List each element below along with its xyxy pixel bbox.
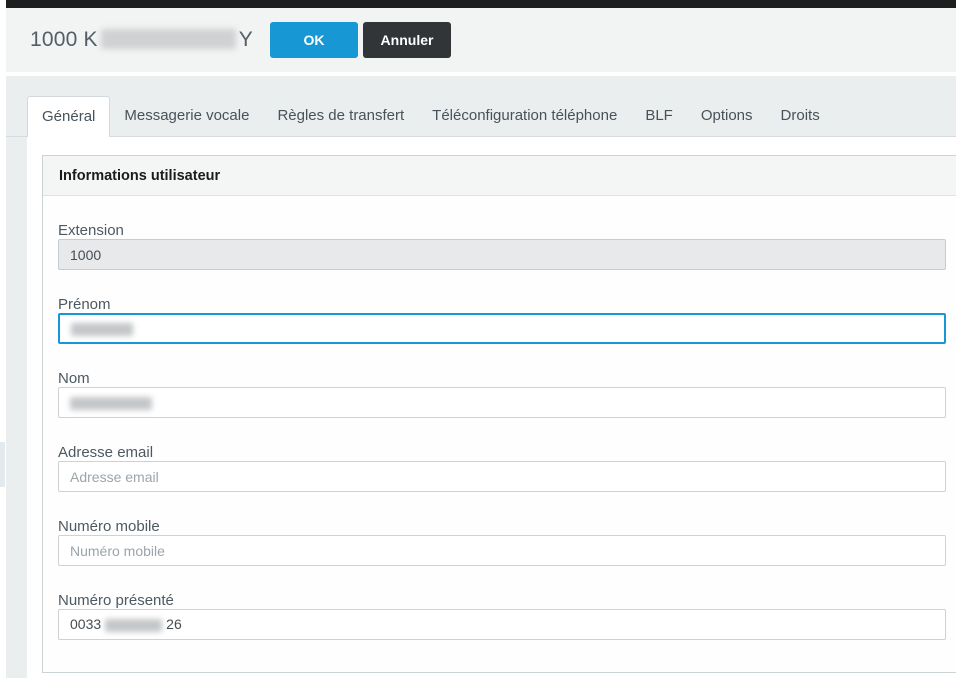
field-numero-presente: Numéro présenté 0033 26 — [58, 592, 946, 640]
extension-input[interactable] — [58, 239, 946, 270]
section-body: Extension Prénom Nom Adresse email — [43, 196, 956, 672]
page-title-prefix: 1000 K — [30, 28, 98, 51]
numero-presente-label: Numéro présenté — [58, 592, 946, 609]
field-nom: Nom — [58, 370, 946, 418]
prenom-input[interactable] — [58, 313, 946, 344]
redacted-lastname — [70, 397, 152, 410]
section-title: Informations utilisateur — [43, 156, 956, 196]
mobile-input[interactable] — [58, 535, 946, 566]
redacted-user-name — [101, 29, 236, 49]
field-extension: Extension — [58, 222, 946, 270]
tab-droits[interactable]: Droits — [767, 96, 834, 136]
tab-blf[interactable]: BLF — [631, 96, 687, 136]
tab-teleconfiguration-telephone[interactable]: Téléconfiguration téléphone — [418, 96, 631, 136]
mobile-label: Numéro mobile — [58, 518, 946, 535]
tab-content: Informations utilisateur Extension Préno… — [27, 137, 956, 678]
nom-input[interactable] — [58, 387, 946, 418]
page-title-suffix: Y — [239, 28, 253, 51]
field-numero-mobile: Numéro mobile — [58, 518, 946, 566]
nom-label: Nom — [58, 370, 946, 387]
redacted-numero — [105, 619, 162, 632]
email-input[interactable] — [58, 461, 946, 492]
tab-bar: Général Messagerie vocale Règles de tran… — [6, 76, 956, 137]
field-adresse-email: Adresse email — [58, 444, 946, 492]
user-edit-page: 1000 K Y OK Annuler Général Messagerie vo… — [0, 0, 956, 684]
numero-presente-input[interactable]: 0033 26 — [58, 609, 946, 640]
cancel-button[interactable]: Annuler — [363, 22, 451, 58]
page-header: 1000 K Y OK Annuler — [6, 8, 956, 72]
page-title: 1000 K Y — [30, 28, 253, 52]
numero-presente-suffix: 26 — [166, 616, 182, 632]
tab-general[interactable]: Général — [27, 96, 110, 137]
numero-presente-prefix: 0033 — [70, 616, 101, 632]
user-info-section: Informations utilisateur Extension Préno… — [42, 155, 956, 673]
main-container: Général Messagerie vocale Règles de tran… — [6, 76, 956, 678]
tab-messagerie-vocale[interactable]: Messagerie vocale — [110, 96, 263, 136]
prenom-label: Prénom — [58, 296, 946, 313]
field-prenom: Prénom — [58, 296, 946, 344]
tab-regles-de-transfert[interactable]: Règles de transfert — [263, 96, 418, 136]
extension-label: Extension — [58, 222, 946, 239]
redacted-firstname — [71, 323, 133, 336]
tab-options[interactable]: Options — [687, 96, 767, 136]
top-black-bar — [6, 0, 956, 8]
email-label: Adresse email — [58, 444, 946, 461]
left-edge-panel-handle — [0, 442, 5, 487]
ok-button[interactable]: OK — [270, 22, 358, 58]
